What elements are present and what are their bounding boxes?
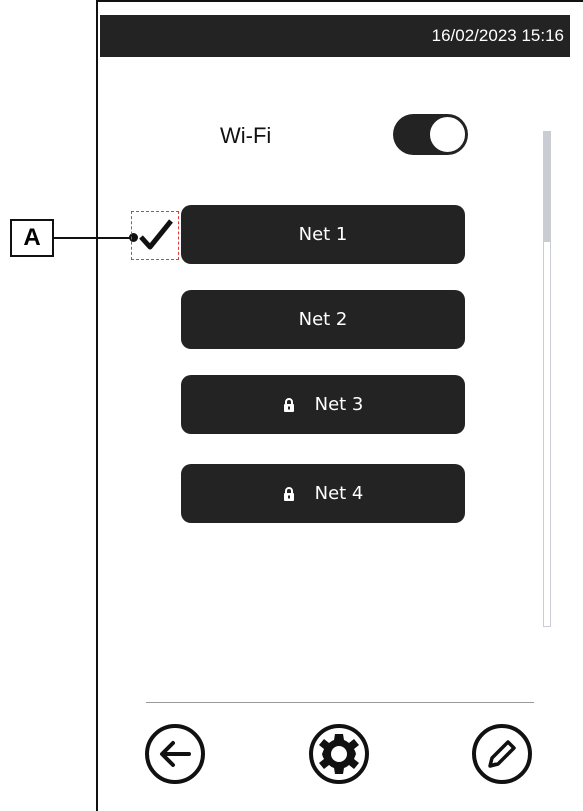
lock-icon [283,397,294,412]
arrow-left-circle-icon[interactable] [143,722,207,786]
network-item-4[interactable]: Net 4 [181,464,465,523]
gear-circle-icon[interactable] [307,722,371,786]
network-label: Net 2 [298,309,348,330]
pencil-circle-icon[interactable] [470,722,534,786]
network-item-1[interactable]: Net 1 [181,205,465,264]
network-item-2[interactable]: Net 2 [181,290,465,349]
callout-label-box: A [10,219,54,257]
divider [146,702,534,703]
network-label: Net 3 [314,394,364,415]
wifi-label: Wi-Fi [220,123,272,148]
lock-icon [283,486,294,501]
scrollbar-thumb[interactable] [544,132,550,242]
datetime-text: 16/02/2023 15:16 [431,26,564,45]
callout-line [54,237,134,239]
status-bar: 16/02/2023 15:16 [100,15,570,57]
scrollbar[interactable] [543,131,551,627]
callout-label: A [23,224,41,251]
check-icon [139,219,173,250]
wifi-toggle[interactable] [393,114,468,155]
network-item-3[interactable]: Net 3 [181,375,465,434]
toggle-knob [429,116,466,153]
network-label: Net 1 [298,224,348,245]
network-label: Net 4 [314,483,364,504]
